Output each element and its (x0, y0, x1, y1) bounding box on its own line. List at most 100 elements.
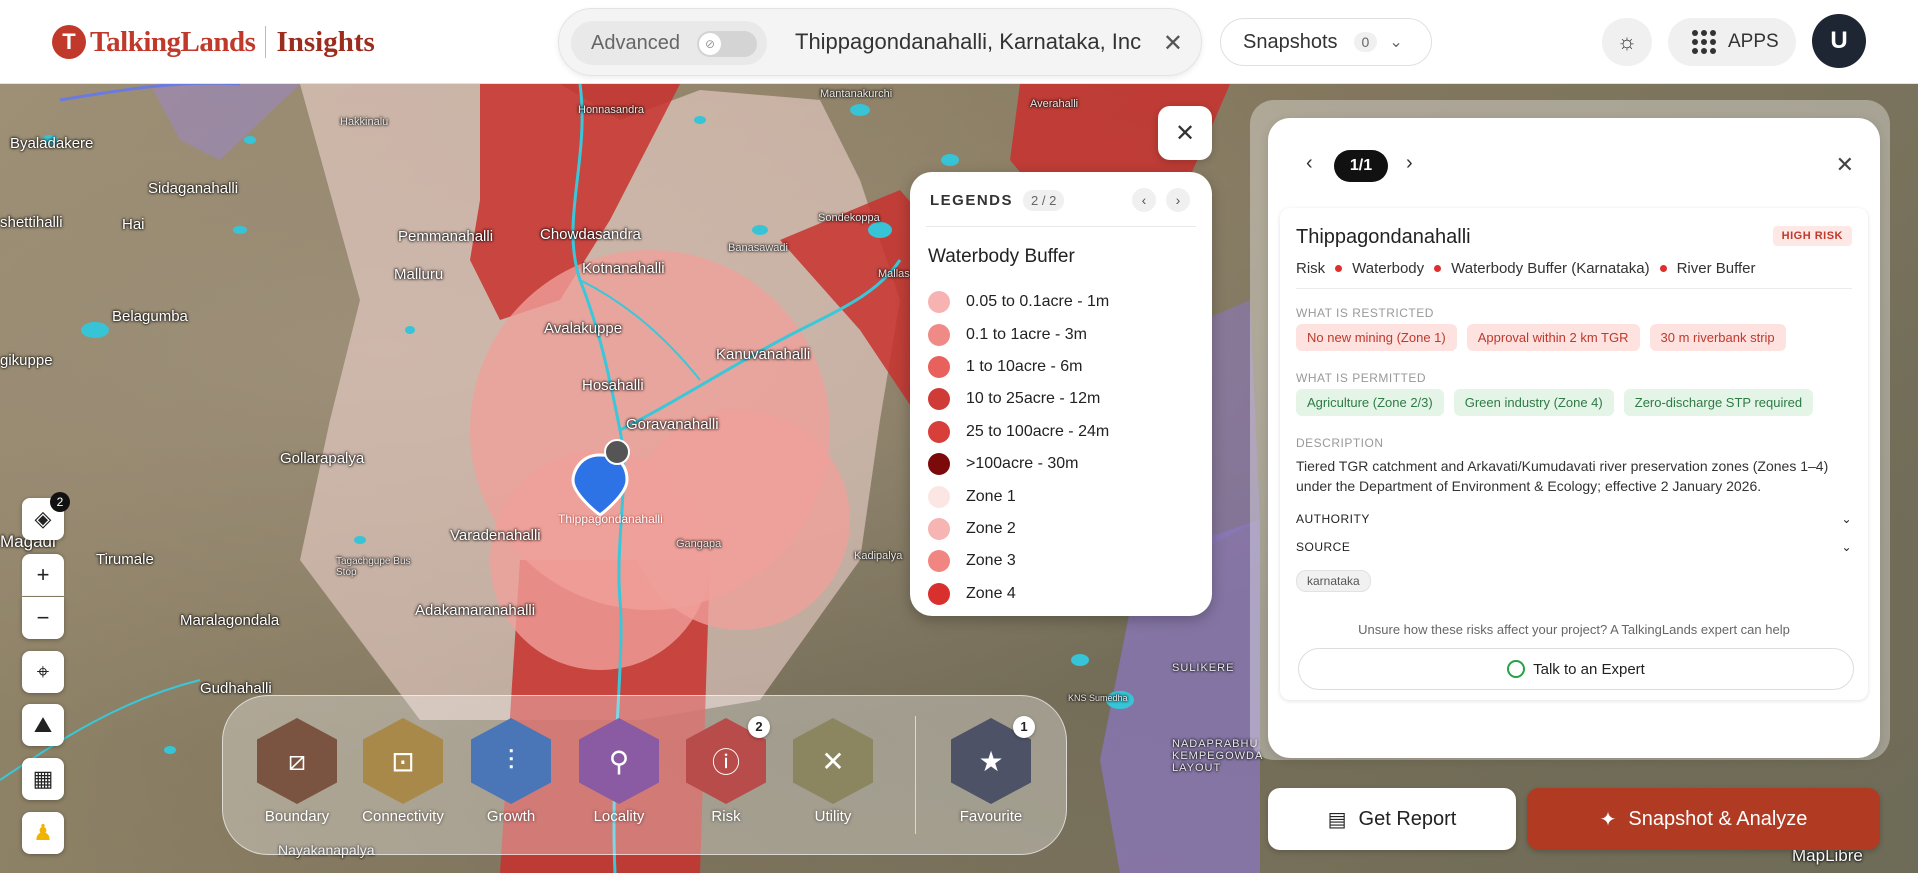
legend-section-title: Waterbody Buffer (928, 246, 1075, 267)
favourite-count-badge: 1 (1013, 716, 1035, 738)
permitted-chip: Zero-discharge STP required (1623, 389, 1814, 416)
snapshots-button[interactable]: Snapshots 0 ⌄ (1220, 18, 1432, 66)
legend-item-label: Zone 3 (966, 552, 1016, 570)
sparkle-icon: ✦ (1599, 808, 1617, 831)
legend-item: 0.1 to 1acre - 3m (928, 318, 1109, 350)
category-utility[interactable]: ✕ Utility (783, 718, 883, 825)
legend-swatch (928, 323, 950, 346)
snapshots-count: 0 (1353, 32, 1378, 52)
expert-help-text: Unsure how these risks affect your proje… (1358, 622, 1790, 637)
mountain-icon: ⛰ (33, 712, 53, 737)
zoom-out-button[interactable]: − (22, 597, 64, 639)
brand-logo[interactable]: T TalkingLands Insights (52, 22, 375, 62)
category-label: Favourite (959, 808, 1023, 825)
advanced-label: Advanced (591, 31, 680, 54)
sun-icon: ☼ (1616, 29, 1638, 54)
legend-next-button[interactable]: › (1166, 188, 1190, 212)
category-label: Connectivity (362, 808, 444, 825)
category-boundary[interactable]: ⧄ Boundary (247, 718, 347, 825)
map-label: Hakkinalu (340, 116, 389, 128)
legend-item-label: >100acre - 30m (966, 455, 1079, 473)
legend-item: 25 to 100acre - 24m (928, 416, 1109, 448)
close-panel-icon[interactable]: ✕ (1836, 152, 1854, 178)
category-risk[interactable]: ⓘ 2 Risk (676, 716, 776, 825)
prev-result-icon[interactable]: ‹ (1306, 152, 1313, 175)
locate-button[interactable]: ⌖ (22, 651, 64, 693)
logo-text: TalkingLands (90, 25, 256, 58)
map-label: KNS Sumedha (1068, 693, 1128, 703)
clear-search-icon[interactable]: ✕ (1163, 29, 1183, 58)
zoom-in-button[interactable]: + (22, 554, 64, 596)
snapshot-analyze-button[interactable]: ✦ Snapshot & Analyze (1527, 788, 1880, 850)
category-favourite[interactable]: ★ 1 Favourite (941, 716, 1041, 825)
layers-button[interactable]: ◈ 2 (22, 492, 70, 540)
risk-count-badge: 2 (748, 716, 770, 738)
permitted-chip: Green industry (Zone 4) (1453, 389, 1614, 416)
map-label: Adakamaranahalli (415, 602, 536, 619)
card-title: Thippagondanahalli (1296, 226, 1471, 248)
category-label: Boundary (264, 808, 330, 825)
restricted-chip: Approval within 2 km TGR (1466, 324, 1640, 351)
category-label: Growth (486, 808, 536, 825)
street-view-button[interactable]: ♟ (22, 812, 64, 854)
breadcrumb-item: Waterbody Buffer (Karnataka) (1451, 260, 1650, 277)
map-label: Averahalli (1030, 98, 1079, 110)
plus-icon: + (36, 562, 50, 587)
talk-label: Talk to an Expert (1533, 660, 1645, 678)
next-result-icon[interactable]: › (1406, 152, 1413, 175)
legend-swatch (928, 388, 950, 411)
snapshots-label: Snapshots (1243, 30, 1338, 53)
category-label: Risk (711, 808, 741, 825)
legend-item: >100acre - 30m (928, 448, 1109, 480)
map-label: Maralagondala (180, 612, 280, 629)
chevron-down-icon: ⌄ (1389, 34, 1403, 51)
map-label: Tirumale (96, 551, 154, 568)
info-panel: ‹ 1/1 › ✕ Thippagondanahalli HIGH RISK R… (1268, 118, 1880, 758)
search-input[interactable]: Thippagondanahalli, Karnataka, Inc (795, 29, 1155, 57)
map-label: Chowdasandra (540, 226, 641, 243)
source-tag: karnataka (1296, 570, 1371, 592)
category-separator (915, 716, 916, 834)
map-label: Belagumba (112, 308, 188, 325)
category-locality[interactable]: ⚲ Locality (569, 718, 669, 825)
source-accordion[interactable]: SOURCE ⌄ (1296, 540, 1852, 554)
map-label: Pemmanahalli (398, 228, 494, 245)
authority-accordion[interactable]: AUTHORITY ⌄ (1296, 512, 1852, 526)
map-label: Avalakuppe (544, 320, 623, 337)
legend-item: 10 to 25acre - 12m (928, 383, 1109, 415)
category-connectivity[interactable]: ⊡ Connectivity (353, 718, 453, 825)
talk-to-expert-button[interactable]: Talk to an Expert (1298, 648, 1854, 690)
category-label: Utility (814, 808, 852, 825)
logo-divider (265, 26, 267, 58)
user-avatar[interactable]: U (1812, 14, 1866, 68)
category-label: Locality (593, 808, 645, 825)
whatsapp-icon (1507, 660, 1526, 678)
top-bar: T TalkingLands Insights Advanced ⊘ Thipp… (0, 0, 1918, 84)
apps-button[interactable]: APPS (1668, 18, 1796, 66)
toggle-switch[interactable]: ⊘ (697, 31, 757, 57)
result-pager: 1/1 (1334, 150, 1388, 182)
legend-divider (926, 226, 1196, 227)
legend-item-label: 0.05 to 0.1acre - 1m (966, 293, 1110, 311)
map-label: Gollarapalya (280, 450, 365, 467)
legend-swatch (928, 420, 950, 443)
legend-item-label: Zone 2 (966, 519, 1016, 537)
theme-toggle-button[interactable]: ☼ (1602, 18, 1652, 66)
get-report-button[interactable]: ▤ Get Report (1268, 788, 1516, 850)
category-growth[interactable]: ⫶ Growth (461, 718, 561, 825)
advanced-toggle[interactable]: Advanced ⊘ (571, 21, 767, 65)
layers-count-badge: 2 (50, 492, 70, 512)
close-legend-button[interactable]: ✕ (1158, 106, 1212, 160)
crosshair-icon: ⌖ (36, 659, 50, 684)
legend-item: Zone 2 (928, 513, 1109, 545)
basemap-button[interactable]: ▦ (22, 758, 64, 800)
authority-label: AUTHORITY (1296, 512, 1370, 526)
legend-prev-button[interactable]: ‹ (1132, 188, 1156, 212)
map-label: Banasawadi (728, 242, 788, 254)
logo-subtitle: Insights (276, 25, 375, 58)
map-label: Gangapa (676, 538, 722, 550)
terrain-button[interactable]: ⛰ (22, 704, 64, 746)
source-label: SOURCE (1296, 540, 1351, 554)
permitted-label: WHAT IS PERMITTED (1296, 371, 1427, 385)
restricted-chip: 30 m riverbank strip (1649, 324, 1786, 351)
